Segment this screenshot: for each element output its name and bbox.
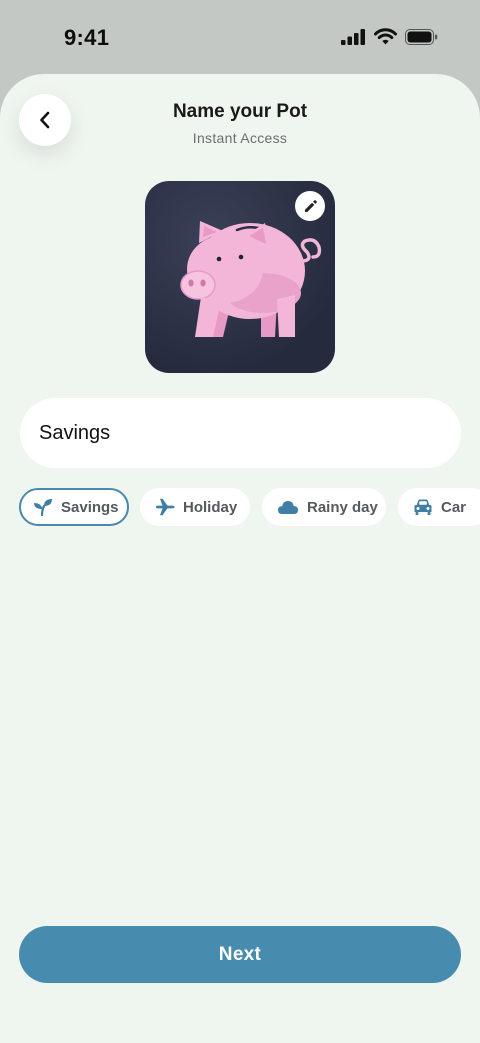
cloud-icon <box>278 501 298 514</box>
sprout-icon <box>34 499 52 516</box>
suggestion-chip-holiday[interactable]: Holiday <box>140 488 250 526</box>
airplane-icon <box>156 498 175 516</box>
page-subtitle: Instant Access <box>192 130 288 146</box>
cellular-signal-icon <box>341 28 365 45</box>
pot-sheet: Name your Pot Instant Access Savings Sav… <box>0 74 480 1043</box>
car-icon <box>414 499 432 515</box>
next-button[interactable]: Next <box>19 926 461 983</box>
edit-image-button[interactable] <box>295 191 325 221</box>
status-icons <box>341 28 438 45</box>
suggestion-chip-savings[interactable]: Savings <box>19 488 129 526</box>
suggestion-label: Car <box>441 498 467 516</box>
status-time: 9:41 <box>64 25 110 50</box>
suggestion-chip-car[interactable]: Car <box>398 488 480 526</box>
suggestion-label: Rainy day <box>307 498 378 516</box>
pot-image[interactable] <box>145 181 335 373</box>
wifi-icon <box>374 28 397 45</box>
suggestion-chip-rainy-day[interactable]: Rainy day <box>262 488 386 526</box>
battery-icon <box>405 28 438 45</box>
page-title: Name your Pot <box>172 101 308 122</box>
suggestion-label: Holiday <box>183 498 238 516</box>
name-suggestions: Savings Holiday Rainy day Car <box>19 488 480 528</box>
pencil-icon <box>304 199 317 212</box>
suggestion-label: Savings <box>61 498 119 516</box>
status-bar: 9:41 <box>0 0 480 75</box>
pot-name-input[interactable] <box>20 398 461 468</box>
